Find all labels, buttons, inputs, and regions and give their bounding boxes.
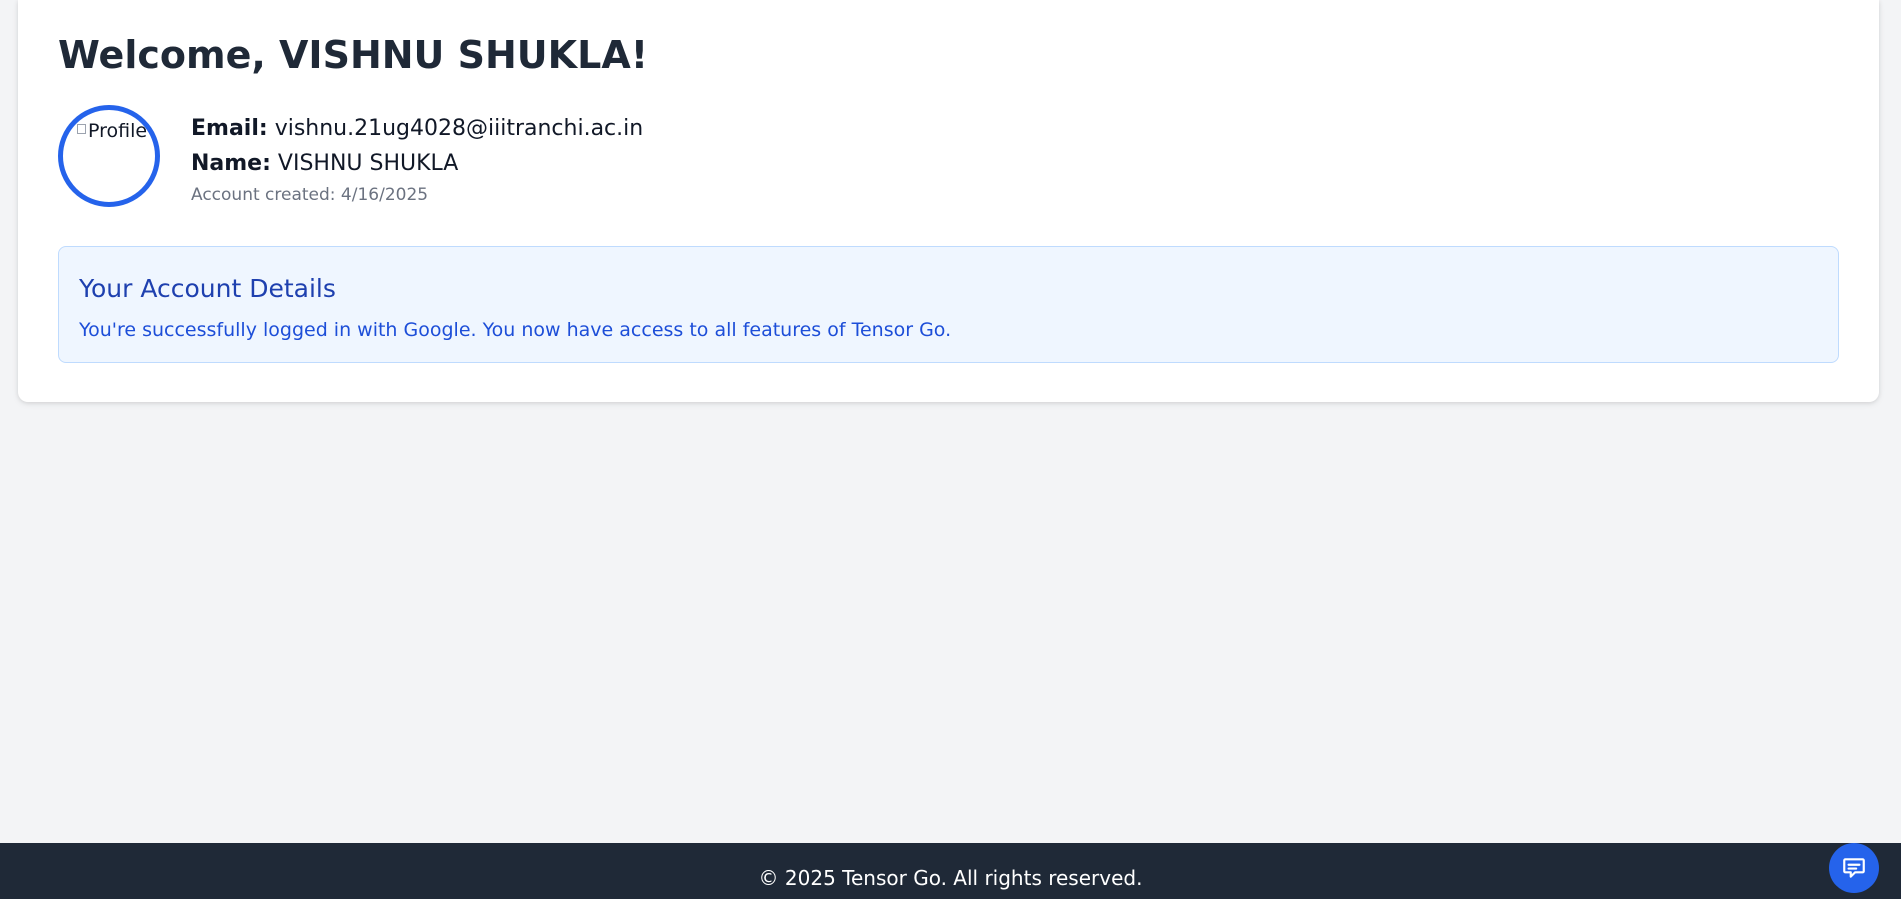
account-created: Account created: 4/16/2025 — [191, 185, 429, 205]
account-details-box: Your Account Details You're successfully… — [58, 246, 1839, 363]
page-title: Welcome, VISHNU SHUKLA! — [58, 33, 649, 77]
email-row: Email: vishnu.21ug4028@iiitranchi.ac.in — [191, 111, 643, 146]
avatar-alt-text: Profile — [77, 120, 147, 142]
avatar: Profile — [58, 105, 160, 207]
email-label: Email: — [191, 116, 268, 141]
email-value: vishnu.21ug4028@iiitranchi.ac.in — [274, 116, 644, 141]
footer: © 2025 Tensor Go. All rights reserved. — [0, 843, 1901, 899]
broken-image-icon — [77, 124, 86, 134]
account-details-text: You're successfully logged in with Googl… — [79, 319, 952, 341]
name-label: Name: — [191, 151, 271, 176]
name-value: VISHNU SHUKLA — [277, 151, 459, 176]
avatar-alt-label: Profile — [88, 120, 148, 142]
name-row: Name: VISHNU SHUKLA — [191, 146, 643, 181]
profile-info: Email: vishnu.21ug4028@iiitranchi.ac.in … — [191, 105, 643, 209]
footer-copyright: © 2025 Tensor Go. All rights reserved. — [758, 866, 1143, 890]
profile-section: Profile Email: vishnu.21ug4028@iiitranch… — [58, 105, 643, 209]
welcome-card: Welcome, VISHNU SHUKLA! Profile Email: v… — [18, 0, 1879, 402]
account-details-title: Your Account Details — [79, 274, 336, 303]
page: Welcome, VISHNU SHUKLA! Profile Email: v… — [0, 0, 1901, 899]
chat-icon — [1843, 858, 1865, 878]
chat-button[interactable] — [1829, 843, 1879, 893]
